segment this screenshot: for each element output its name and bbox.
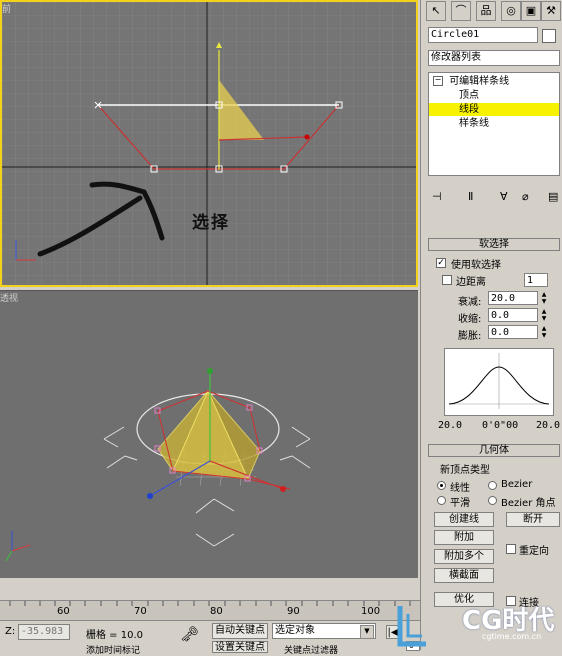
modifier-stack[interactable]: − 可编辑样条线 顶点 线段 样条线 — [428, 72, 560, 176]
perspective-viewport-canvas[interactable] — [0, 291, 418, 578]
linear-label: 线性 — [450, 483, 470, 494]
pinch-field[interactable]: 0.0 — [488, 308, 538, 322]
perspective-viewport-label[interactable]: 透视 — [0, 291, 18, 304]
bezier-corner-radio[interactable] — [488, 496, 497, 505]
create-icon[interactable]: ↖ — [426, 1, 446, 21]
display-icon[interactable]: ▣ — [521, 1, 541, 21]
auto-key-button[interactable]: 自动关键点 — [212, 623, 268, 639]
create-line-button[interactable]: 创建线 — [434, 512, 494, 527]
geometry-rollout-header[interactable]: 几何体 — [428, 444, 560, 457]
falloff-spinner[interactable]: ▲ ▼ — [540, 291, 548, 305]
timeline-tick: 100 — [361, 606, 381, 617]
timeline-tick: 80 — [210, 606, 223, 617]
attach-button[interactable]: 附加 — [434, 530, 494, 545]
timeline-ruler[interactable]: 60 70 80 90 100 — [0, 600, 420, 621]
object-name-field[interactable]: Circle01 — [428, 27, 538, 43]
gizmo-z-handle — [207, 368, 213, 374]
status-bar: Z: -35.983 栅格 = 10.0 🗝 自动关键点 选定对象 ▼ 设置关键… — [0, 620, 420, 656]
curve-left-value: 20.0 — [438, 420, 463, 431]
smooth-radio[interactable] — [437, 496, 446, 505]
bubble-field[interactable]: 0.0 — [488, 325, 538, 339]
timeline-tick: 90 — [287, 606, 300, 617]
set-key-button[interactable]: 设置关键点 — [212, 641, 268, 653]
modifier-list-dropdown[interactable]: 修改器列表 — [428, 50, 560, 66]
use-soft-selection-checkbox[interactable]: ✓ — [436, 258, 446, 268]
front-viewport-label[interactable]: 前 — [2, 2, 11, 15]
attach-multiple-button[interactable]: 附加多个 — [434, 549, 494, 564]
timeline-tick: 70 — [134, 606, 147, 617]
utilities-icon[interactable]: ⚒ — [541, 1, 561, 21]
edge-distance-label: 边距离 — [456, 277, 486, 288]
selection-set-value: 选定对象 — [275, 625, 315, 636]
remove-modifier-icon[interactable]: ⌀ — [522, 190, 529, 203]
new-vertex-type-label: 新顶点类型 — [440, 465, 490, 476]
selection-set-dropdown[interactable]: 选定对象 ▼ — [272, 623, 376, 639]
grid-size-label: 栅格 = 10.0 — [86, 630, 144, 641]
bubble-label: 膨胀: — [458, 331, 482, 342]
timeline-tick: 60 — [57, 606, 70, 617]
stack-item-label: 可编辑样条线 — [449, 76, 510, 87]
soft-selection-title: 软选择 — [479, 239, 509, 250]
front-viewport-canvas[interactable] — [2, 2, 416, 285]
stack-item-editable-spline[interactable]: − 可编辑样条线 — [429, 75, 559, 88]
soft-selection-rollout-header[interactable]: 软选择 — [428, 238, 560, 251]
curve-right-value: 20.0 — [536, 420, 561, 431]
watermark-url: cgtime.com.cn — [482, 632, 542, 641]
reorient-checkbox[interactable] — [506, 544, 516, 554]
pinch-spinner[interactable]: ▲ ▼ — [540, 308, 548, 322]
edge-distance-checkbox[interactable] — [442, 275, 452, 285]
z-coordinate-field[interactable]: -35.983 — [18, 624, 70, 640]
curve-mid-value: 0'0"00 — [482, 420, 519, 431]
perspective-viewport[interactable]: 透视 — [0, 290, 418, 578]
pin-stack-icon[interactable]: ⊣ — [432, 190, 442, 203]
front-viewport[interactable]: 前 选择 — [0, 0, 418, 287]
chevron-down-icon[interactable]: ▼ — [360, 625, 374, 639]
stack-item-label: 顶点 — [459, 90, 479, 101]
bubble-spinner[interactable]: ▲ ▼ — [540, 325, 548, 339]
key-mode-icon[interactable]: 🗝 — [180, 625, 199, 643]
stack-item-spline[interactable]: 样条线 — [429, 117, 559, 130]
reorient-label: 重定向 — [519, 546, 549, 557]
collapse-icon[interactable]: − — [433, 76, 443, 86]
hierarchy-icon[interactable]: 品 — [476, 1, 496, 21]
gizmo-x-handle — [304, 134, 310, 140]
z-coordinate-label: Z: — [5, 626, 16, 637]
use-soft-selection-label: 使用软选择 — [451, 260, 501, 271]
stack-toolbar: ⊣ Ⅱ ∀ ⌀ ▤ — [428, 190, 560, 206]
object-color-swatch[interactable] — [542, 29, 556, 43]
stack-item-label: 样条线 — [459, 118, 489, 129]
break-button[interactable]: 断开 — [506, 512, 560, 527]
pinch-label: 收缩: — [458, 314, 482, 325]
bezier-label: Bezier — [501, 479, 533, 490]
bezier-radio[interactable] — [488, 481, 497, 490]
show-end-result-icon[interactable]: Ⅱ — [468, 190, 473, 203]
motion-icon[interactable]: ◎ — [501, 1, 521, 21]
cross-section-button[interactable]: 横截面 — [434, 568, 494, 583]
linear-radio[interactable] — [437, 481, 446, 490]
geometry-title: 几何体 — [479, 445, 509, 456]
make-unique-icon[interactable]: ∀ — [500, 190, 508, 203]
cgtime-watermark: CG时代 cgtime.com.cn — [392, 598, 562, 650]
smooth-label: 平滑 — [450, 498, 470, 509]
edge-distance-field[interactable]: 1 — [524, 273, 548, 287]
annotation-select-text: 选择 — [192, 213, 230, 233]
modify-icon[interactable]: ⌒ — [451, 1, 471, 21]
configure-modifier-sets-icon[interactable]: ▤ — [548, 190, 558, 203]
falloff-field[interactable]: 20.0 — [488, 291, 538, 305]
stack-item-label: 线段 — [459, 104, 479, 115]
falloff-curve-graph — [444, 348, 554, 416]
stack-item-segment[interactable]: 线段 — [429, 103, 559, 116]
bezier-corner-label: Bezier 角点 — [501, 498, 556, 509]
stack-item-vertex[interactable]: 顶点 — [429, 89, 559, 102]
falloff-label: 衰减: — [458, 297, 482, 308]
